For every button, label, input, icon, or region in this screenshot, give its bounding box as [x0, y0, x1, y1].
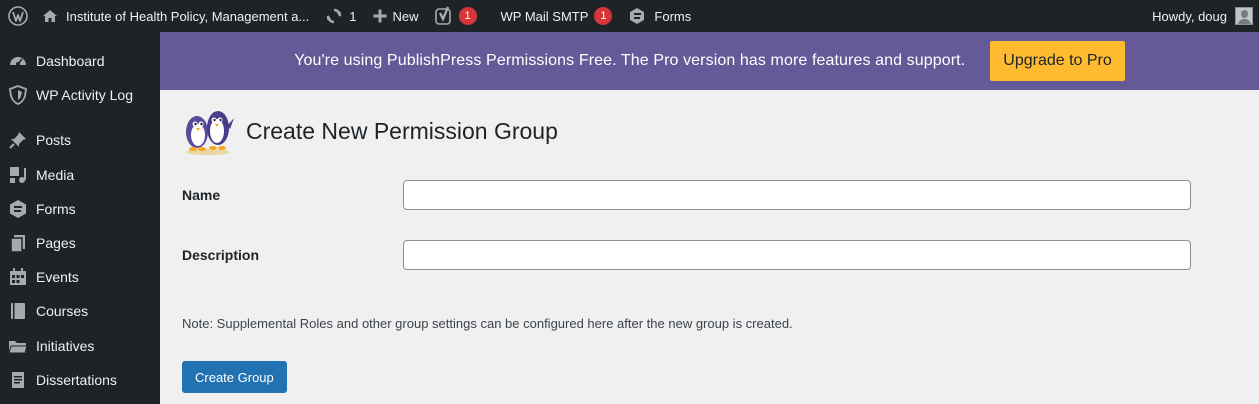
wordpress-logo-icon	[8, 6, 28, 26]
calendar-icon	[0, 267, 36, 287]
updates-menu[interactable]: 1	[317, 0, 364, 32]
forms-label: Forms	[654, 8, 692, 24]
sidebar-item-label: Initiatives	[36, 338, 95, 354]
home-icon	[43, 10, 57, 22]
book-icon	[0, 301, 36, 321]
new-label: New	[392, 8, 419, 24]
wp-mail-smtp-menu[interactable]: WP Mail SMTP 1	[485, 0, 621, 32]
greeting-label: Howdy, doug	[1152, 8, 1227, 24]
shield-icon	[0, 85, 36, 105]
sidebar-item-label: Dissertations	[36, 372, 117, 388]
settings-note: Note: Supplemental Roles and other group…	[182, 316, 793, 331]
group-name-input[interactable]	[403, 180, 1191, 210]
admin-bar: Institute of Health Policy, Management a…	[0, 0, 1259, 32]
banner-text: You're using PublishPress Permissions Fr…	[294, 52, 966, 69]
sidebar-item-label: Media	[36, 167, 75, 183]
sidebar-item-label: Forms	[36, 201, 76, 217]
group-description-input[interactable]	[403, 240, 1191, 270]
page-title: Create New Permission Group	[246, 118, 558, 144]
sidebar-item-label: Posts	[36, 132, 72, 148]
sidebar-item-wp-activity-log[interactable]: WP Activity Log	[0, 78, 160, 112]
new-content-menu[interactable]: New	[365, 0, 427, 32]
sidebar-item-posts[interactable]: Posts	[0, 123, 160, 157]
sidebar-item-label: Dashboard	[36, 53, 105, 69]
upgrade-banner: You're using PublishPress Permissions Fr…	[160, 32, 1259, 90]
sidebar-item-label: Events	[36, 269, 79, 285]
sidebar-item-forms[interactable]: Forms	[0, 192, 160, 226]
pin-icon	[0, 130, 36, 150]
plus-icon	[373, 9, 387, 23]
updates-icon	[327, 8, 342, 24]
admin-sidebar: Dashboard WP Activity Log Posts Media Fo…	[0, 32, 160, 404]
wp-mail-smtp-badge: 1	[594, 7, 613, 25]
sidebar-item-events[interactable]: Events	[0, 260, 160, 294]
avatar	[1235, 7, 1253, 25]
sidebar-item-label: WP Activity Log	[36, 87, 134, 103]
sidebar-item-label: Courses	[36, 303, 89, 319]
site-name-menu[interactable]: Institute of Health Policy, Management a…	[36, 0, 317, 32]
document-icon	[0, 370, 36, 390]
wp-mail-smtp-label: WP Mail SMTP	[500, 8, 589, 24]
sidebar-item-pages[interactable]: Pages	[0, 226, 160, 260]
updates-count: 1	[349, 8, 357, 24]
name-label: Name	[182, 187, 221, 203]
my-account-menu[interactable]: Howdy, doug	[1144, 0, 1259, 32]
forms-icon	[630, 8, 645, 24]
forms-icon	[0, 199, 36, 219]
folder-icon	[0, 336, 36, 356]
pages-icon	[0, 233, 36, 253]
forms-menu[interactable]: Forms	[620, 0, 699, 32]
site-name-label: Institute of Health Policy, Management a…	[66, 8, 310, 24]
yoast-icon	[434, 6, 451, 25]
sidebar-item-courses[interactable]: Courses	[0, 294, 160, 328]
sidebar-item-initiatives[interactable]: Initiatives	[0, 329, 160, 363]
sidebar-item-dashboard[interactable]: Dashboard	[0, 44, 160, 78]
media-icon	[0, 165, 36, 185]
yoast-seo-menu[interactable]: 1	[427, 0, 485, 32]
dashboard-icon	[0, 51, 36, 71]
sidebar-item-media[interactable]: Media	[0, 158, 160, 192]
upgrade-to-pro-button[interactable]: Upgrade to Pro	[990, 41, 1125, 81]
wordpress-logo-menu[interactable]	[0, 0, 36, 32]
sidebar-item-dissertations[interactable]: Dissertations	[0, 363, 160, 397]
create-group-button[interactable]: Create Group	[182, 361, 287, 393]
yoast-notification-badge: 1	[458, 7, 477, 25]
description-label: Description	[182, 247, 260, 263]
sidebar-item-label: Pages	[36, 235, 76, 251]
main-content: You're using PublishPress Permissions Fr…	[160, 32, 1259, 404]
publishpress-penguins-icon	[186, 111, 234, 155]
